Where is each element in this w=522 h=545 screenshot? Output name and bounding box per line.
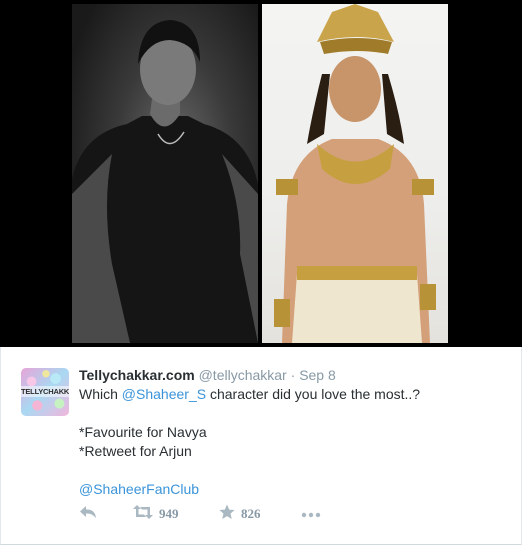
tweet-line-2: *Favourite for Navya [79,424,207,440]
tweet-line-3: *Retweet for Arjun [79,443,192,459]
tweet-media[interactable] [0,0,522,347]
favorite-count: 826 [241,506,261,521]
tweet-header: Tellychakkar.com @tellychakkar · Sep 8 [79,366,336,384]
reply-button[interactable] [79,504,97,524]
tweet-date[interactable]: Sep 8 [299,367,336,383]
reply-icon [79,505,97,524]
star-icon [219,504,235,525]
avatar-logo-text: TELLYCHAKKAR [21,386,69,397]
tweet-text-suffix: character did you love the most..? [206,386,421,402]
favorite-button[interactable]: 826 [219,504,261,524]
avatar[interactable]: TELLYCHAKKAR [21,368,69,416]
retweet-button[interactable]: 949 [133,504,179,524]
more-button[interactable] [301,504,321,524]
mention-link-shaheer[interactable]: @Shaheer_S [122,386,206,402]
display-name[interactable]: Tellychakkar.com [79,367,195,383]
tweet-card: TELLYCHAKKAR Tellychakkar.com @tellychak… [0,347,522,545]
user-handle[interactable]: @tellychakkar [199,367,287,383]
photo-left[interactable] [72,4,258,343]
tweet-text: Which @Shaheer_S character did you love … [79,385,499,499]
more-icon [301,505,321,523]
tweet-line-1: Which @Shaheer_S character did you love … [79,385,499,404]
photo-right[interactable] [262,4,448,343]
tweet-text-prefix: Which [79,386,122,402]
header-separator: · [290,367,296,383]
retweet-icon [133,504,153,524]
retweet-count: 949 [159,506,179,521]
mention-link-fanclub[interactable]: @ShaheerFanClub [79,481,199,497]
